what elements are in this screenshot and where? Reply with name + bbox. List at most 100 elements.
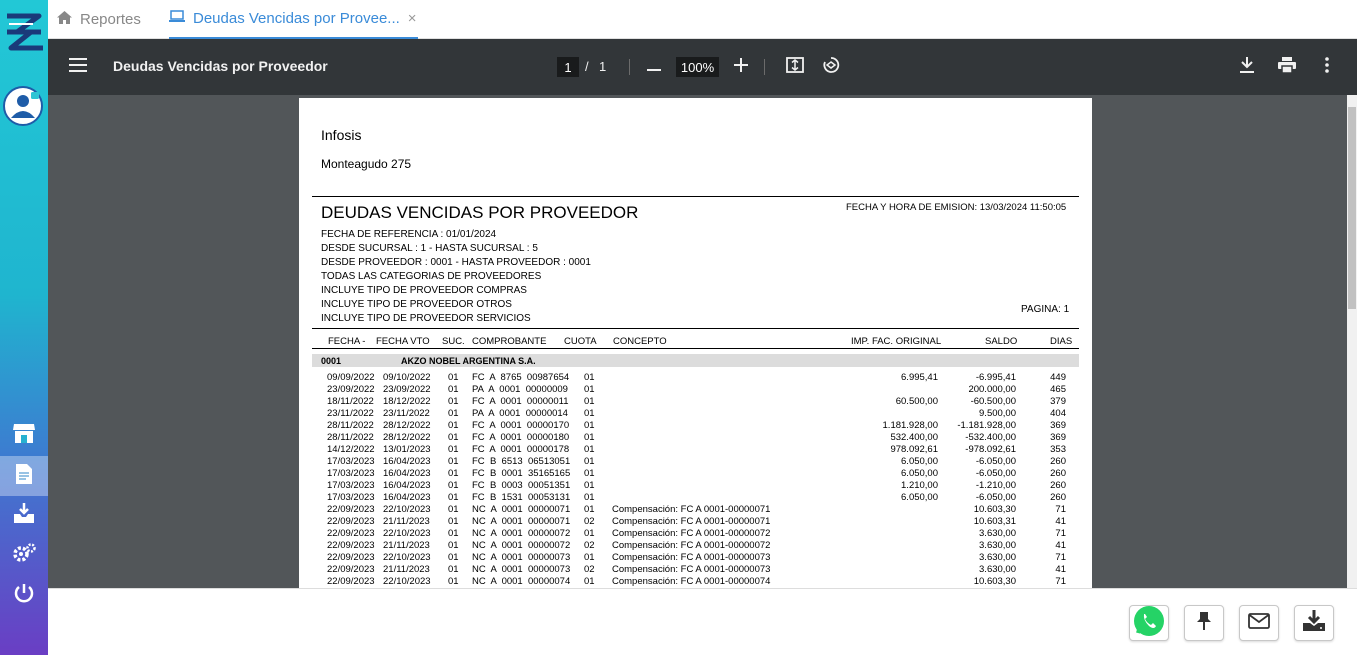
cell-comp: PA A 0001 00000009 — [472, 384, 568, 395]
cell-saldo: -1.210,00 — [975, 480, 1016, 491]
store-button[interactable] — [0, 415, 48, 455]
menu-button[interactable] — [66, 55, 90, 79]
cell-cuota: 01 — [584, 552, 595, 563]
cell-suc: 01 — [448, 552, 459, 563]
zoom-input[interactable]: 100% — [676, 57, 719, 77]
whatsapp-icon — [1132, 604, 1166, 643]
more-options-button[interactable] — [1315, 55, 1339, 79]
page-total: 1 — [599, 59, 607, 74]
pdf-toolbar: Deudas Vencidas por Proveedor 1 / 1 100% — [48, 39, 1357, 95]
cell-concepto: Compensación: FC A 0001-00000072 — [612, 528, 771, 539]
cell-saldo: -978.092,61 — [965, 444, 1016, 455]
fit-page-button[interactable] — [783, 55, 807, 79]
page-number-input[interactable]: 1 — [557, 57, 579, 77]
tab-reportes[interactable]: Reportes — [57, 0, 157, 39]
print-button[interactable] — [1275, 55, 1299, 79]
download-button[interactable] — [1235, 55, 1259, 79]
cell-original: 1.181.928,00 — [882, 420, 938, 431]
cell-saldo: 10.603,31 — [973, 516, 1016, 527]
cell-fecha: 23/09/2022 — [327, 384, 375, 395]
cell-concepto: Compensación: FC A 0001-00000071 — [612, 504, 771, 515]
vertical-scrollbar[interactable] — [1347, 95, 1357, 588]
cell-original: 60.500,00 — [895, 396, 938, 407]
cell-suc: 01 — [448, 456, 459, 467]
cell-cuota: 01 — [584, 468, 595, 479]
cell-comp: FC A 8765 00987654 — [472, 372, 570, 383]
table-row: 22/09/2023 22/10/2023 01 NC A 0001 00000072… — [299, 528, 1092, 540]
cell-vto: 16/04/2023 — [383, 492, 431, 503]
table-row: 22/09/2023 21/11/2023 01 NC A 0001 00000071… — [299, 516, 1092, 528]
divider — [764, 59, 765, 75]
cell-vto: 16/04/2023 — [383, 468, 431, 479]
cell-saldo: -6.050,00 — [975, 492, 1016, 503]
app-logo[interactable] — [3, 10, 45, 54]
table-row: 23/09/2022 23/09/2022 01 PA A 0001 00000009… — [299, 384, 1092, 396]
cell-cuota: 01 — [584, 396, 595, 407]
cell-cuota: 02 — [584, 516, 595, 527]
cell-dias: 41 — [1055, 564, 1066, 575]
column-header-saldo: SALDO — [985, 336, 1018, 347]
cell-suc: 01 — [448, 540, 459, 551]
scrollbar-thumb[interactable] — [1348, 107, 1356, 309]
cell-suc: 01 — [448, 408, 459, 419]
reports-button[interactable] — [0, 456, 48, 496]
cell-cuota: 01 — [584, 576, 595, 587]
email-button[interactable] — [1239, 605, 1279, 641]
divider — [312, 196, 1079, 197]
save-download-button[interactable] — [1294, 605, 1334, 641]
cell-suc: 01 — [448, 576, 459, 587]
table-row: 18/11/2022 18/12/2022 01 FC A 0001 00000011… — [299, 396, 1092, 408]
cell-suc: 01 — [448, 384, 459, 395]
group-name: AKZO NOBEL ARGENTINA S.A. — [401, 356, 536, 366]
cell-original: 6.050,00 — [901, 468, 938, 479]
tab-bar: Reportes Deudas Vencidas por Provee... × — [48, 0, 1357, 39]
user-avatar[interactable] — [3, 86, 43, 126]
cell-suc: 01 — [448, 432, 459, 443]
cell-concepto: Compensación: FC A 0001-00000074 — [612, 576, 771, 587]
column-header-suc: SUC. — [442, 336, 465, 347]
downloads-button[interactable] — [0, 495, 48, 535]
cell-concepto: Compensación: FC A 0001-00000073 — [612, 564, 771, 575]
whatsapp-button[interactable] — [1129, 605, 1169, 641]
report-title: DEUDAS VENCIDAS POR PROVEEDOR — [321, 203, 639, 222]
cell-dias: 260 — [1050, 480, 1066, 491]
cell-saldo: 3.630,00 — [979, 528, 1016, 539]
close-icon[interactable]: × — [408, 10, 417, 27]
cell-cuota: 02 — [584, 564, 595, 575]
column-header-imp-original: IMP. FAC. ORIGINAL — [851, 336, 942, 347]
cell-saldo: -6.995,41 — [975, 372, 1016, 383]
emission-date: FECHA Y HORA DE EMISION: 13/03/2024 11:5… — [846, 202, 1067, 213]
cell-fecha: 22/09/2023 — [327, 576, 375, 587]
cell-fecha: 17/03/2023 — [327, 468, 375, 479]
cell-dias: 71 — [1055, 504, 1066, 515]
cell-vto: 16/04/2023 — [383, 480, 431, 491]
cell-comp: NC A 0001 00000072 — [472, 528, 571, 539]
power-icon — [13, 582, 35, 609]
tab-deudas-vencidas[interactable]: Deudas Vencidas por Provee... × — [169, 0, 418, 39]
pin-button[interactable] — [1184, 605, 1224, 641]
cell-comp: FC A 0001 00000170 — [472, 420, 570, 431]
cell-cuota: 01 — [584, 372, 595, 383]
cell-fecha: 22/09/2023 — [327, 540, 375, 551]
column-header-dias: DIAS — [1050, 336, 1073, 347]
rotate-button[interactable] — [819, 55, 843, 79]
table-row: 17/03/2023 16/04/2023 01 FC B 0001 35165165… — [299, 468, 1092, 480]
plus-icon — [734, 57, 748, 77]
cell-vto: 18/12/2022 — [383, 396, 431, 407]
cell-dias: 353 — [1050, 444, 1066, 455]
logout-button[interactable] — [0, 575, 48, 615]
cell-original: 1.210,00 — [901, 480, 938, 491]
cell-fecha: 22/09/2023 — [327, 564, 375, 575]
fit-page-icon — [786, 56, 804, 78]
cell-fecha: 28/11/2022 — [327, 432, 374, 443]
table-row: 17/03/2023 16/04/2023 01 FC B 0003 00051351… — [299, 480, 1092, 492]
settings-button[interactable] — [0, 535, 48, 575]
zoom-out-button[interactable] — [642, 55, 666, 79]
tab-label: Reportes — [80, 11, 141, 28]
param-line: DESDE SUCURSAL : 1 - HASTA SUCURSAL : 5 — [321, 243, 538, 254]
divider — [312, 348, 1079, 349]
cell-original: 6.995,41 — [901, 372, 938, 383]
zoom-in-button[interactable] — [729, 55, 753, 79]
cell-vto: 21/11/2023 — [383, 516, 430, 527]
table-row: 22/09/2023 21/11/2023 01 NC A 0001 00000072… — [299, 540, 1092, 552]
